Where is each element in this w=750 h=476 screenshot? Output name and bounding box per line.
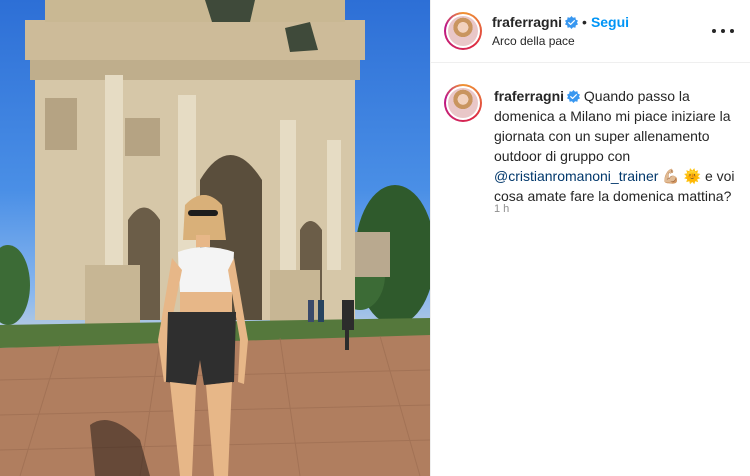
post-caption: fraferragni Quando passo la domenica a M… [494, 86, 744, 206]
caption-emojis: 💪🏼 🌞 [662, 168, 702, 184]
caption-username[interactable]: fraferragni [494, 88, 564, 104]
post-photo[interactable] [0, 0, 430, 476]
arch-photo-illustration [0, 0, 430, 476]
more-options-icon[interactable] [712, 22, 734, 40]
avatar-image [448, 88, 478, 118]
avatar-image [448, 16, 478, 46]
post-header: fraferragni • Segui Arco della pace [431, 0, 750, 63]
mention-link[interactable]: @cristianromanoni_trainer [494, 168, 658, 184]
verified-badge-icon [567, 90, 581, 103]
avatar[interactable] [444, 12, 482, 50]
follow-button[interactable]: Segui [591, 14, 629, 30]
dot [721, 29, 725, 33]
dot [730, 29, 734, 33]
post-details-panel: fraferragni • Segui Arco della pace frafe… [430, 0, 750, 476]
header-user-line: fraferragni • Segui [492, 14, 629, 30]
header-username[interactable]: fraferragni [492, 14, 562, 30]
post-timestamp[interactable]: 1 h [494, 203, 509, 215]
location-link[interactable]: Arco della pace [492, 34, 575, 48]
verified-badge-icon [565, 16, 579, 29]
dot [712, 29, 716, 33]
caption-avatar[interactable] [444, 84, 482, 122]
separator-dot: • [582, 14, 587, 30]
